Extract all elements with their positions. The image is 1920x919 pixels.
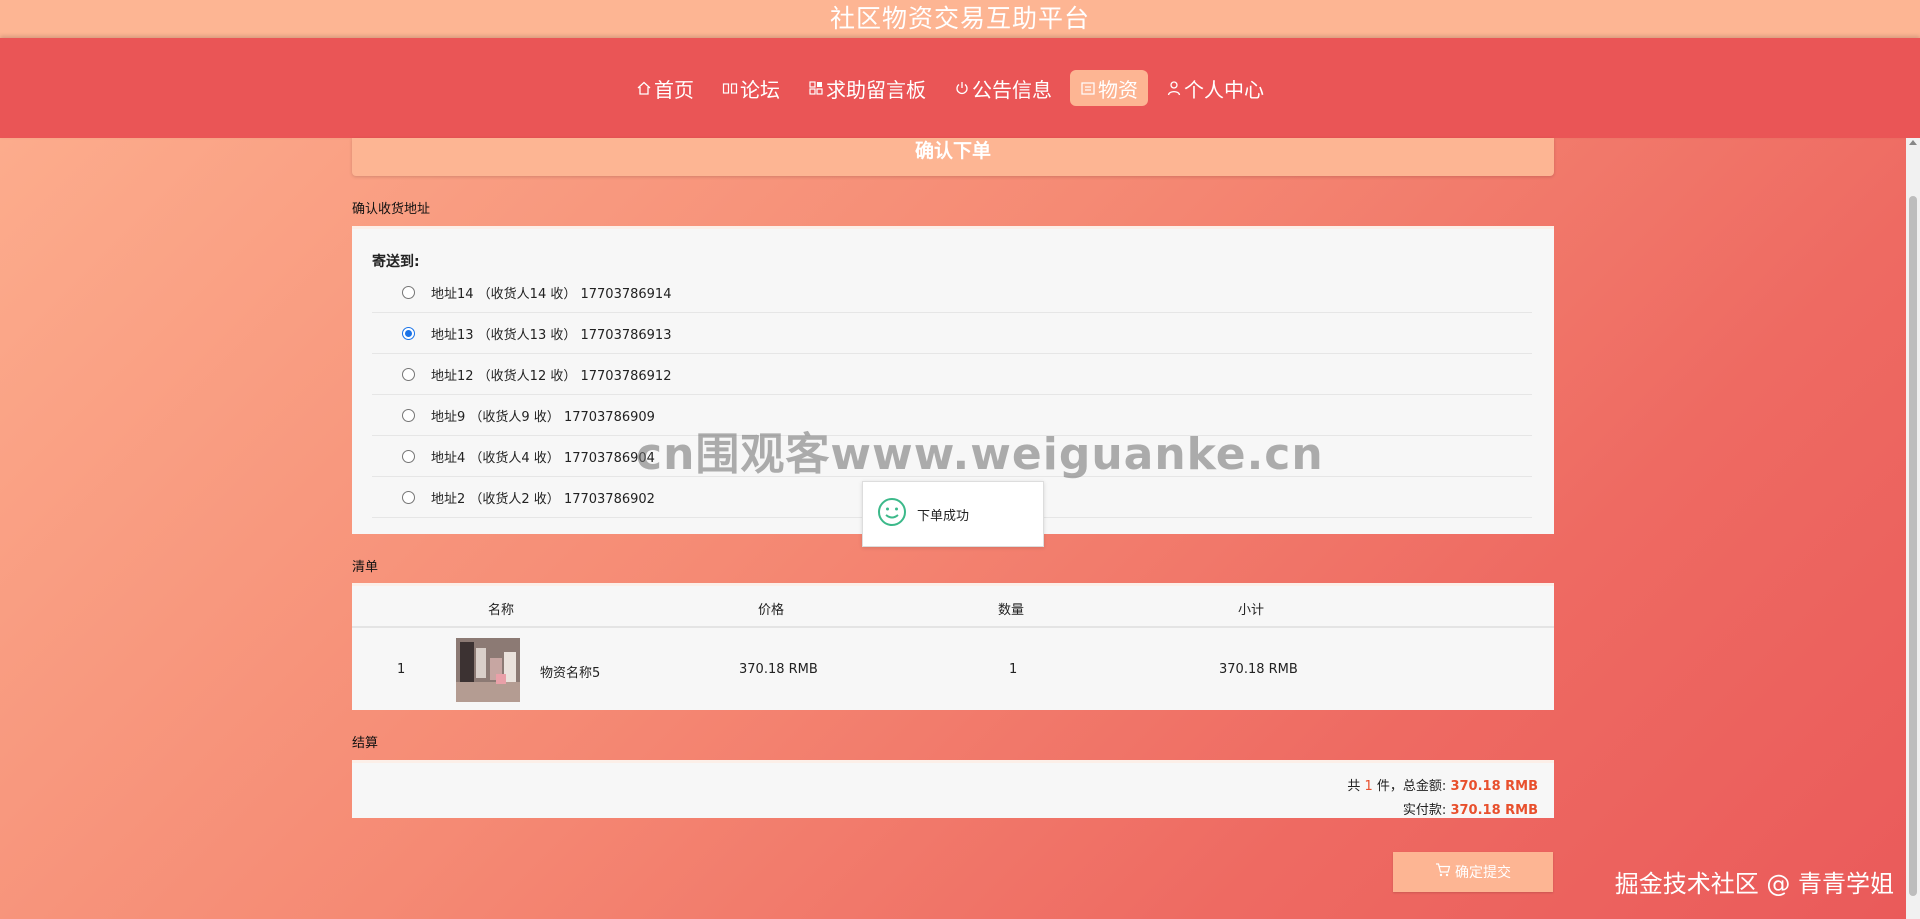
- total-line: 共 1 件，总金额: 370.18 RMB: [1347, 775, 1538, 794]
- address-radio[interactable]: [402, 449, 415, 463]
- total-amount: 370.18 RMB: [1450, 779, 1538, 794]
- power-icon: [954, 80, 970, 96]
- list-header: 名称 价格 数量 小计: [352, 586, 1554, 628]
- nav-item-forum[interactable]: 论坛: [712, 70, 790, 106]
- address-text: 地址13 （收货人13 收） 17703786913: [431, 327, 672, 343]
- home-icon: [636, 80, 652, 96]
- cart-icon: [1435, 863, 1451, 881]
- column-qty: 数量: [998, 603, 1025, 618]
- send-to-label: 寄送到:: [372, 254, 420, 270]
- paid-label: 实付款:: [1402, 803, 1447, 818]
- product-price: 370.18 RMB: [739, 662, 818, 677]
- address-option[interactable]: 地址13 （收货人13 收） 17703786913: [372, 313, 1532, 354]
- address-section-title: 确认收货地址: [352, 202, 431, 217]
- nav-item-user-center[interactable]: 个人中心: [1156, 70, 1274, 106]
- product-qty: 1: [1009, 662, 1018, 677]
- address-text: 地址2 （收货人2 收） 17703786902: [431, 491, 655, 507]
- submit-label: 确定提交: [1455, 865, 1511, 881]
- nav-item-home[interactable]: 首页: [626, 70, 704, 106]
- address-radio[interactable]: [402, 326, 415, 340]
- nav-item-label: 求助留言板: [826, 77, 926, 102]
- nav-item-notice[interactable]: 公告信息: [944, 70, 1062, 106]
- address-radio[interactable]: [402, 408, 415, 422]
- confirm-order-header: 确认下单: [352, 138, 1554, 176]
- scroll-thumb[interactable]: [1909, 196, 1917, 896]
- address-text: 地址9 （收货人9 收） 17703786909: [431, 409, 655, 425]
- corner-watermark: 掘金技术社区 @ 青青学姐: [1614, 870, 1894, 898]
- address-option[interactable]: 地址14 （收货人14 收） 17703786914: [372, 272, 1532, 313]
- column-name: 名称: [488, 603, 515, 618]
- item-count: 1: [1364, 779, 1373, 794]
- toast-message: 下单成功: [917, 508, 970, 524]
- row-index: 1: [397, 662, 406, 677]
- product-name: 物资名称5: [540, 666, 601, 681]
- nav-item-label: 个人中心: [1184, 77, 1264, 102]
- paid-amount: 370.18 RMB: [1450, 803, 1538, 818]
- scroll-up-icon[interactable]: [1909, 140, 1917, 145]
- product-subtotal: 370.18 RMB: [1219, 662, 1298, 677]
- settle-section-title: 结算: [352, 736, 379, 751]
- center-watermark: cn围观客www.weiguanke.cn: [636, 429, 1324, 480]
- smile-icon: [877, 497, 907, 531]
- column-subtotal: 小计: [1238, 603, 1265, 618]
- paid-line: 实付款: 370.18 RMB: [1403, 799, 1538, 818]
- book-icon: [722, 80, 738, 96]
- address-radio[interactable]: [402, 367, 415, 381]
- order-list-panel: 名称 价格 数量 小计 1 物资名称5 370.18 RMB 1 370.18 …: [352, 583, 1554, 710]
- nav-item-help-board[interactable]: 求助留言板: [798, 70, 936, 106]
- address-text: 地址4 （收货人4 收） 17703786904: [431, 450, 655, 466]
- apps-icon: [808, 80, 824, 96]
- column-price: 价格: [758, 603, 785, 618]
- address-option[interactable]: 地址12 （收货人12 收） 17703786912: [372, 354, 1532, 395]
- address-radio[interactable]: [402, 285, 415, 299]
- main-nav: 首页 论坛 求助留言板 公告信息 物资 个人中心: [0, 38, 1920, 138]
- site-title: 社区物资交易互助平台: [0, 0, 1920, 38]
- page-scrollbar[interactable]: [1906, 138, 1920, 919]
- box-icon: [1080, 80, 1096, 96]
- count-prefix: 共: [1347, 779, 1361, 794]
- count-suffix: 件，总金额:: [1376, 779, 1447, 794]
- address-text: 地址14 （收货人14 收） 17703786914: [431, 286, 672, 302]
- submit-order-button[interactable]: 确定提交: [1393, 852, 1553, 892]
- nav-item-supplies[interactable]: 物资: [1070, 70, 1148, 106]
- table-row: 1 物资名称5 370.18 RMB 1 370.18 RMB: [352, 630, 1554, 710]
- success-toast: 下单成功: [862, 481, 1044, 547]
- list-section-title: 清单: [352, 560, 379, 575]
- settle-panel: 共 1 件，总金额: 370.18 RMB 实付款: 370.18 RMB: [352, 760, 1554, 818]
- user-icon: [1166, 80, 1182, 96]
- address-text: 地址12 （收货人12 收） 17703786912: [431, 368, 672, 384]
- nav-item-label: 物资: [1098, 77, 1138, 102]
- product-thumbnail: [456, 638, 520, 702]
- nav-item-label: 公告信息: [972, 77, 1052, 102]
- nav-item-label: 首页: [654, 77, 694, 102]
- address-radio[interactable]: [402, 490, 415, 504]
- nav-item-label: 论坛: [740, 77, 780, 102]
